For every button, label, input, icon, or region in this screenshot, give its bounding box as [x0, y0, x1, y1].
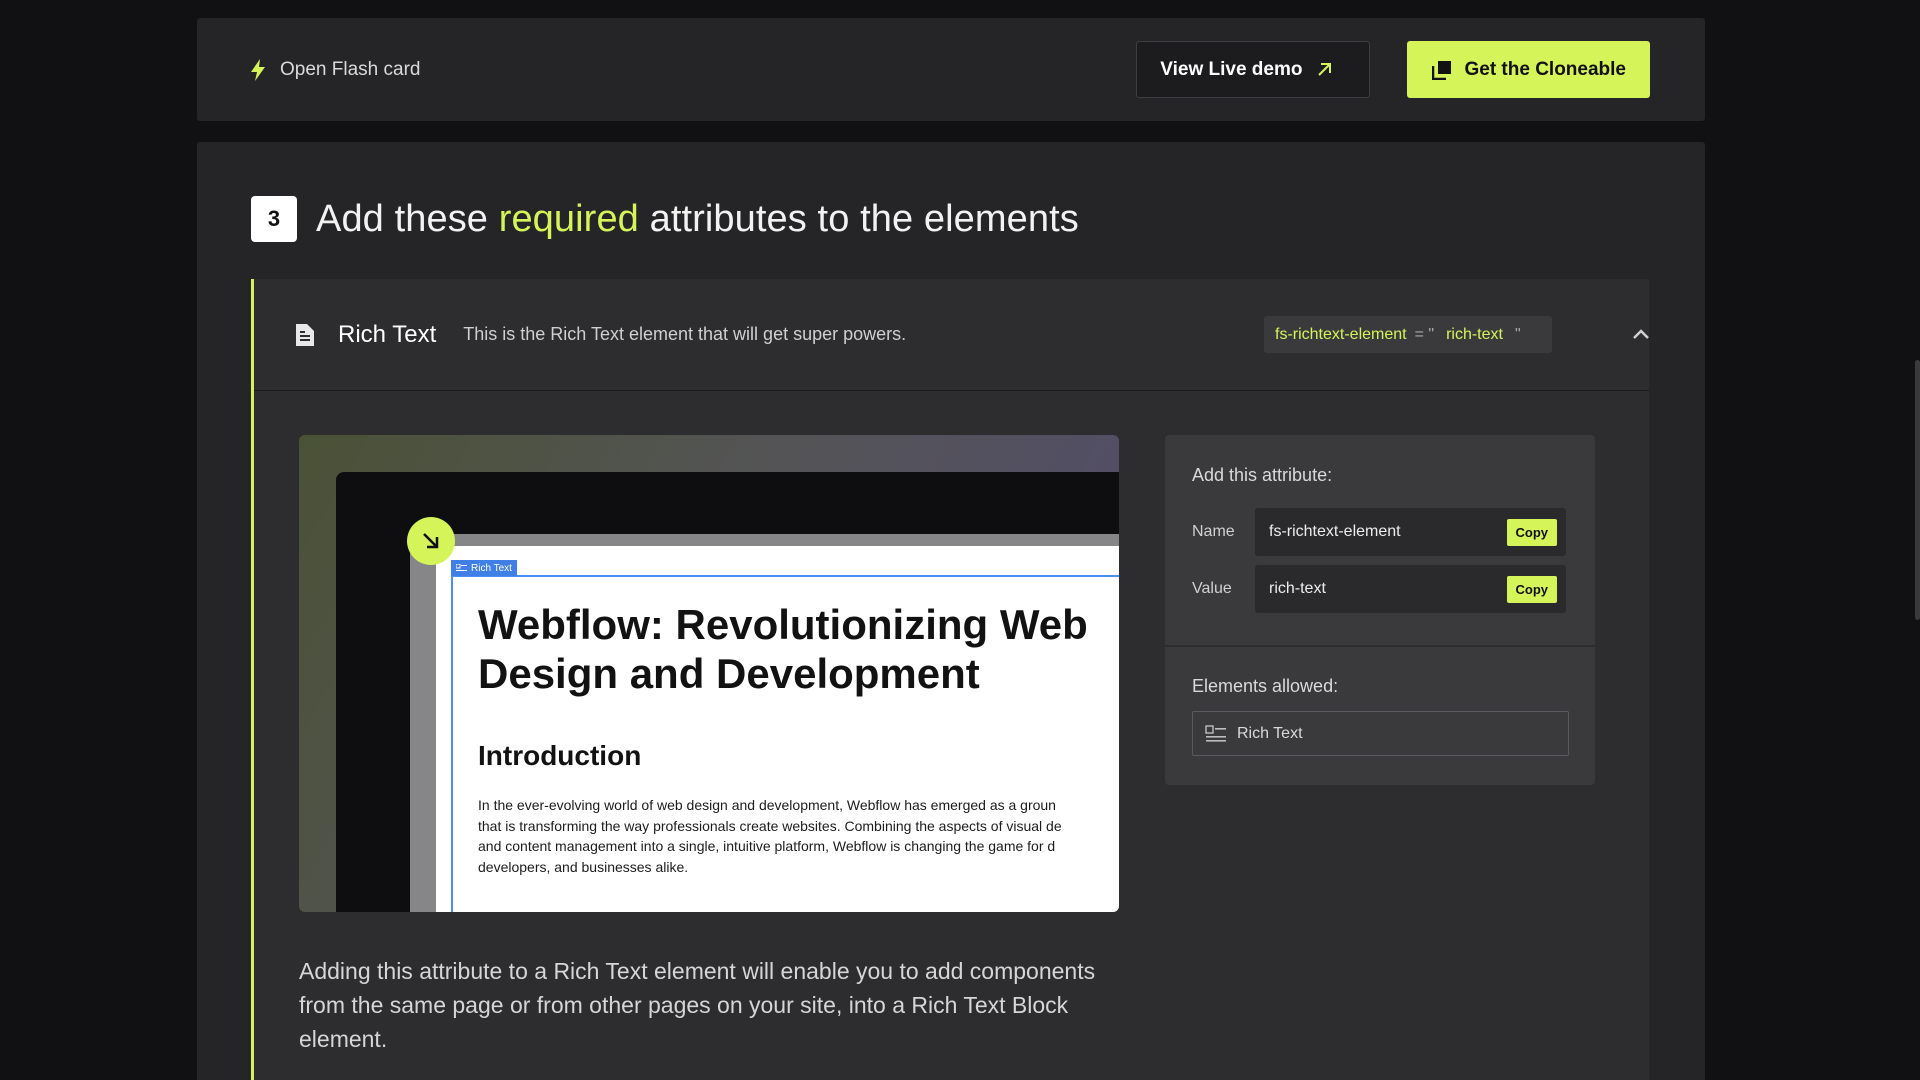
- clone-icon: [1432, 60, 1452, 80]
- preview-doc-subheading: Introduction: [478, 740, 642, 771]
- flash-card-label: Open Flash card: [280, 58, 421, 80]
- get-cloneable-button[interactable]: Get the Cloneable: [1407, 41, 1650, 98]
- name-label: Name: [1192, 523, 1235, 540]
- attribute-section: Add this attribute: Name fs-richtext-ele…: [1165, 435, 1595, 645]
- description-paragraph: Adding this attribute to a Rich Text ele…: [299, 958, 1096, 1052]
- chip-attr-value: rich-text: [1446, 325, 1503, 343]
- value-label: Value: [1192, 580, 1232, 597]
- name-row: Name fs-richtext-element Copy: [1192, 508, 1568, 556]
- top-bar: Open Flash card View Live demo Get the C…: [197, 18, 1705, 121]
- step-title: 3 Add these required attributes to the e…: [251, 196, 1079, 242]
- document-icon: [296, 323, 314, 346]
- cloneable-label: Get the Cloneable: [1464, 58, 1626, 80]
- main-card: 3 Add these required attributes to the e…: [197, 142, 1705, 1080]
- allowed-item-label: Rich Text: [1237, 724, 1303, 742]
- allowed-section: Elements allowed: Rich Text: [1165, 647, 1595, 756]
- step-heading: Add these required attributes to the ele…: [316, 198, 1079, 241]
- name-value: fs-richtext-element: [1269, 523, 1401, 540]
- chip-attr-name: fs-richtext-element: [1275, 325, 1407, 343]
- value-row: Value rich-text Copy: [1192, 565, 1568, 613]
- panel-description: This is the Rich Text element that will …: [463, 324, 907, 344]
- top-actions: View Live demo Get the Cloneable: [1136, 41, 1650, 98]
- copy-name-button[interactable]: Copy: [1506, 518, 1557, 546]
- chip-equals: = ": [1414, 325, 1435, 343]
- scrollbar-thumb[interactable]: [1915, 360, 1920, 620]
- heading-accent: required: [498, 197, 639, 240]
- heading-after: attributes to the elements: [638, 197, 1079, 240]
- rich-text-panel: Rich Text This is the Rich Text element …: [251, 279, 1649, 1080]
- panel-header[interactable]: Rich Text This is the Rich Text element …: [254, 279, 1649, 391]
- attribute-box: Add this attribute: Name fs-richtext-ele…: [1165, 435, 1595, 785]
- allowed-element-rich-text: Rich Text: [1192, 711, 1569, 756]
- name-field: fs-richtext-element Copy: [1255, 508, 1566, 556]
- rich-text-icon: [1205, 724, 1226, 742]
- elements-allowed-label: Elements allowed:: [1192, 676, 1339, 696]
- view-live-demo-button[interactable]: View Live demo: [1136, 41, 1371, 98]
- value-field: rich-text Copy: [1255, 565, 1566, 613]
- panel-title: Rich Text: [338, 320, 437, 348]
- copy-value-button[interactable]: Copy: [1506, 575, 1557, 603]
- arrow-up-right-icon: [1318, 63, 1332, 76]
- preview-image: Rich Text Webflow: Revolutionizing Web D…: [299, 435, 1119, 912]
- step-number-badge: 3: [251, 196, 297, 242]
- add-attribute-label: Add this attribute:: [1192, 465, 1333, 485]
- heading-before: Add these: [316, 197, 499, 240]
- preview-rich-text-tag: Rich Text: [451, 560, 517, 576]
- arrow-badge: [407, 517, 455, 565]
- open-flash-card-link[interactable]: Open Flash card: [249, 58, 421, 81]
- value-value: rich-text: [1269, 580, 1326, 597]
- live-demo-label: View Live demo: [1160, 58, 1303, 80]
- lightning-icon: [251, 58, 265, 81]
- rich-text-icon: [456, 563, 467, 571]
- chip-close-quote: ": [1514, 325, 1521, 343]
- preview-tag-label: Rich Text: [471, 562, 512, 574]
- attribute-chip: fs-richtext-element = " rich-text ": [1264, 316, 1552, 353]
- chevron-up-icon[interactable]: [1631, 324, 1651, 344]
- preview-doc-paragraph: In the ever-evolving world of web design…: [478, 797, 1062, 875]
- arrow-down-right-icon: [423, 533, 439, 549]
- preview-doc-heading: Webflow: Revolutionizing Web Design and …: [478, 601, 1088, 697]
